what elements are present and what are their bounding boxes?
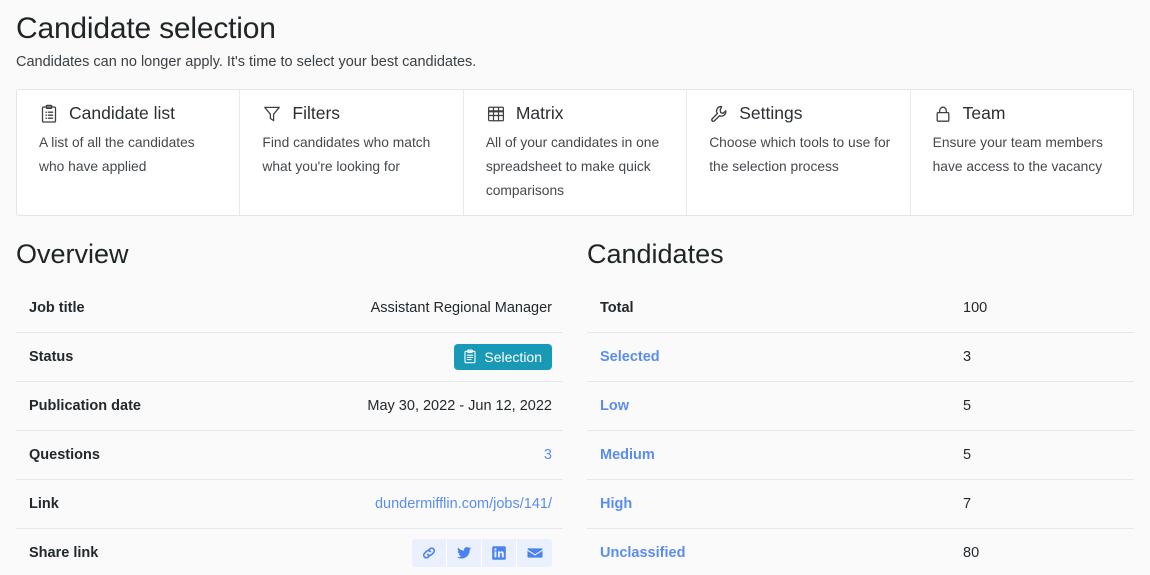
card-header: Candidate list: [39, 103, 223, 124]
candidates-panel: Candidates Total 100 Selected 3 Low 5 Me…: [587, 238, 1134, 575]
table-row-low: Low 5: [587, 382, 1134, 431]
vacancy-url-link[interactable]: dundermifflin.com/jobs/141/: [375, 496, 552, 512]
tool-card-filters[interactable]: Filters Find candidates who match what y…: [240, 90, 464, 216]
lock-icon: [933, 104, 953, 124]
email-icon: [527, 545, 543, 561]
status-badge[interactable]: Selection: [454, 343, 552, 370]
share-linkedin-button[interactable]: [482, 538, 517, 567]
tool-card-team[interactable]: Team Ensure your team members have acces…: [911, 90, 1133, 215]
overview-table: Job title Assistant Regional Manager Sta…: [16, 284, 563, 575]
clipboard-list-icon: [39, 104, 59, 124]
table-row-unclassified: Unclassified 80: [587, 529, 1134, 575]
table-row-status: Status Selection: [16, 333, 563, 382]
card-header: Filters: [262, 103, 446, 124]
overview-title: Overview: [16, 239, 129, 270]
card-header: Team: [933, 103, 1117, 124]
table-row-share-link: Share link: [16, 529, 563, 575]
tool-card-candidate-list[interactable]: Candidate list A list of all the candida…: [17, 90, 241, 216]
table-row-high: High 7: [587, 480, 1134, 529]
candidates-filter-unclassified[interactable]: Unclassified: [600, 545, 685, 561]
candidates-filter-high[interactable]: High: [600, 496, 632, 512]
card-title: Matrix: [515, 103, 564, 124]
table-row-questions: Questions 3: [16, 431, 563, 480]
row-value: 5: [963, 446, 972, 463]
funnel-icon: [262, 104, 282, 124]
page-subtitle: Candidates can no longer apply. It's tim…: [16, 53, 477, 70]
candidates-table: Total 100 Selected 3 Low 5 Medium 5 High: [587, 284, 1134, 575]
row-value: 80: [963, 544, 980, 561]
page-title: Candidate selection: [16, 12, 276, 45]
table-row-total: Total 100: [587, 284, 1134, 333]
share-copy-link-button[interactable]: [412, 538, 447, 567]
table-row-job-title: Job title Assistant Regional Manager: [16, 284, 563, 333]
share-email-button[interactable]: [517, 538, 552, 567]
table-row-publication-date: Publication date May 30, 2022 - Jun 12, …: [16, 382, 563, 431]
card-description: Find candidates who match what you're lo…: [262, 135, 431, 175]
row-label: Questions: [29, 446, 100, 463]
grid-table-icon: [486, 104, 506, 124]
row-label: Total: [600, 299, 634, 316]
overview-panel: Overview Job title Assistant Regional Ma…: [16, 238, 563, 575]
row-label: Publication date: [29, 397, 141, 414]
tool-card-settings[interactable]: Settings Choose which tools to use for t…: [687, 90, 911, 216]
row-value: May 30, 2022 - Jun 12, 2022: [367, 397, 552, 414]
card-description: All of your candidates in one spreadshee…: [485, 135, 660, 198]
row-label: Job title: [29, 299, 85, 316]
candidates-title: Candidates: [587, 239, 724, 270]
questions-count-link[interactable]: 3: [544, 447, 552, 463]
table-row-link: Link dundermifflin.com/jobs/141/: [16, 480, 563, 529]
card-title: Settings: [739, 103, 803, 124]
linkedin-icon: [491, 545, 507, 561]
tool-card-strip: Candidate list A list of all the candida…: [16, 89, 1134, 217]
tool-card-matrix[interactable]: Matrix All of your candidates in one spr…: [464, 90, 688, 216]
candidates-filter-selected[interactable]: Selected: [600, 349, 660, 365]
card-description: Choose which tools to use for the select…: [709, 135, 891, 175]
card-description: Ensure your team members have access to …: [932, 135, 1103, 175]
row-label: Link: [29, 495, 59, 512]
table-row-medium: Medium 5: [587, 431, 1134, 480]
content-columns: Overview Job title Assistant Regional Ma…: [16, 238, 1134, 575]
table-row-selected: Selected 3: [587, 333, 1134, 382]
wrench-icon: [709, 104, 729, 124]
row-value: 5: [963, 397, 972, 414]
share-button-group: [412, 538, 552, 567]
card-title: Candidate list: [69, 103, 176, 124]
row-value: 7: [963, 495, 972, 512]
row-label: Status: [29, 348, 74, 365]
row-label: Share link: [29, 544, 99, 561]
row-value: Assistant Regional Manager: [370, 299, 552, 316]
card-header: Matrix: [486, 103, 670, 124]
share-twitter-button[interactable]: [447, 538, 482, 567]
card-title: Team: [962, 103, 1006, 124]
clipboard-icon: [463, 349, 477, 364]
twitter-icon: [456, 545, 472, 561]
status-badge-label: Selection: [484, 348, 542, 365]
page-root: Candidate selection Candidates can no lo…: [0, 0, 1150, 575]
card-header: Settings: [709, 103, 893, 124]
chain-link-icon: [421, 545, 437, 561]
candidates-filter-low[interactable]: Low: [600, 398, 629, 414]
card-description: A list of all the candidates who have ap…: [39, 135, 195, 175]
row-value: 100: [963, 299, 988, 316]
candidates-filter-medium[interactable]: Medium: [600, 447, 655, 463]
card-title: Filters: [292, 103, 341, 124]
row-value: 3: [963, 348, 972, 365]
